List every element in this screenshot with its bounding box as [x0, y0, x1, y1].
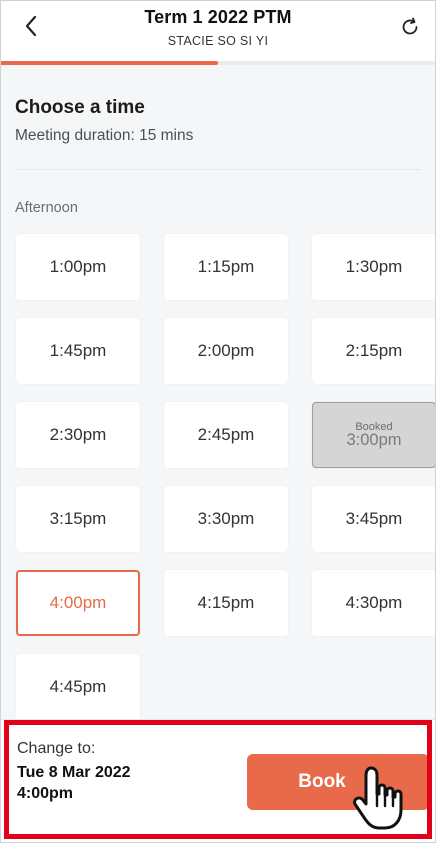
- page-title: Term 1 2022 PTM: [144, 7, 292, 28]
- header-titles: Term 1 2022 PTM STACIE SO SI YI: [144, 7, 291, 48]
- time-slot[interactable]: 4:30pm: [312, 570, 435, 636]
- progress-bar: [1, 61, 435, 65]
- time-slot[interactable]: 1:45pm: [16, 318, 140, 384]
- slot-time: 3:00pm: [346, 430, 402, 449]
- time-slot[interactable]: 2:30pm: [16, 402, 140, 468]
- section-label-afternoon: Afternoon: [15, 200, 78, 216]
- choose-time-heading: Choose a time: [15, 97, 145, 118]
- time-slot-booked: Booked 3:00pm: [312, 402, 435, 468]
- change-label: Change to:: [17, 740, 96, 757]
- time-slot[interactable]: 3:15pm: [16, 486, 140, 552]
- time-slot-grid: 1:00pm 1:15pm 1:30pm 1:45pm 2:00pm 2:15pm 2:30…: [16, 234, 435, 720]
- student-name: STACIE SO SI YI: [167, 34, 269, 49]
- change-summary: Change to: Tue 8 Mar 2022 4:00pm: [17, 738, 131, 805]
- back-chevron-svg: [25, 15, 37, 37]
- time-slot[interactable]: 3:30pm: [164, 486, 288, 552]
- time-slot[interactable]: 3:45pm: [312, 486, 435, 552]
- time-slot[interactable]: 4:15pm: [164, 570, 288, 636]
- refresh-svg: [402, 17, 418, 35]
- time-slot-selected[interactable]: 4:00pm: [16, 570, 140, 636]
- main-content: Choose a time Meeting duration: 15 mins …: [1, 65, 435, 720]
- time-slot[interactable]: 4:45pm: [16, 654, 140, 720]
- time-slot[interactable]: 2:00pm: [164, 318, 288, 384]
- time-slot[interactable]: 1:15pm: [164, 234, 288, 300]
- time-slot[interactable]: 1:00pm: [16, 234, 140, 300]
- time-slot[interactable]: 1:30pm: [312, 234, 435, 300]
- selected-time: 4:00pm: [17, 785, 74, 803]
- phone-screen: Term 1 2022 PTM STACIE SO SI YI Choose a…: [0, 0, 436, 843]
- progress-fill: [1, 61, 218, 65]
- chevron-left-icon[interactable]: [19, 11, 43, 41]
- booking-footer: Change to: Tue 8 Mar 2022 4:00pm Book: [1, 719, 435, 842]
- time-slot[interactable]: 2:15pm: [312, 318, 435, 384]
- divider: [15, 169, 421, 170]
- book-button[interactable]: Book: [247, 754, 429, 810]
- selected-date: Tue 8 Mar 2022: [17, 763, 131, 781]
- refresh-icon[interactable]: [397, 13, 423, 41]
- time-slot[interactable]: 2:45pm: [164, 402, 288, 468]
- app-header: Term 1 2022 PTM STACIE SO SI YI: [1, 1, 435, 61]
- meeting-duration: Meeting duration: 15 mins: [15, 127, 194, 144]
